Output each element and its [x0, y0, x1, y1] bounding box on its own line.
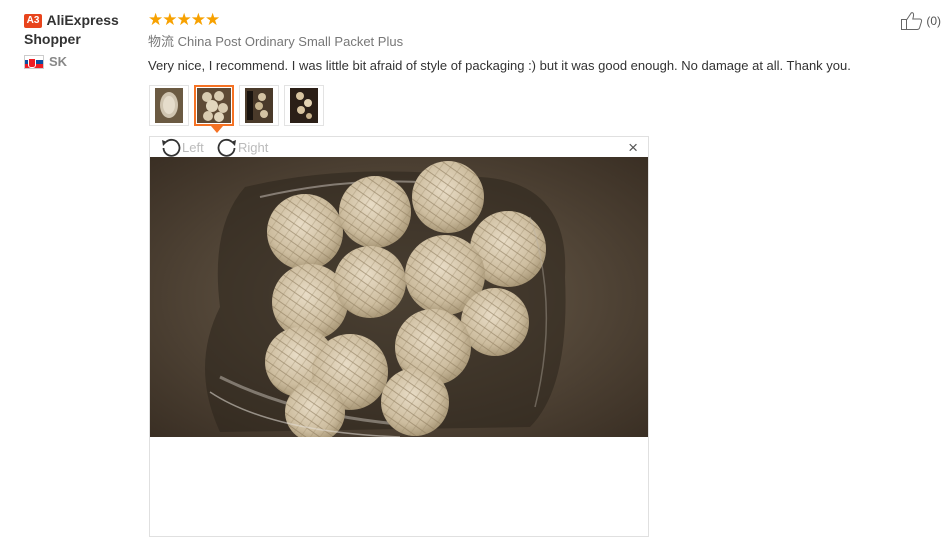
star-rating: ★★★★★ — [148, 10, 220, 29]
review-text: Very nice, I recommend. I was little bit… — [148, 58, 851, 73]
photo-thumbnail-image — [290, 88, 318, 123]
close-viewer-button[interactable]: × — [628, 138, 638, 158]
rotate-left-button[interactable]: Left — [160, 137, 204, 157]
viewer-toolbar: Left Right × — [150, 137, 648, 157]
thumbnail-photo-3[interactable] — [239, 85, 279, 126]
logistics-info: 物流 China Post Ordinary Small Packet Plus — [148, 33, 888, 50]
rotate-left-label: Left — [182, 139, 204, 155]
thumbnail-photo-2[interactable] — [194, 85, 234, 133]
logistics-label: 物流 — [148, 34, 175, 49]
rotate-right-button[interactable]: Right — [216, 137, 268, 157]
rotate-right-label: Right — [238, 139, 269, 155]
reviewer-name-line: A3 AliExpress Shopper — [24, 11, 134, 49]
photo-thumbnail-image — [155, 88, 183, 123]
photo-thumbnail-image — [197, 88, 231, 123]
country-code: SK — [49, 54, 68, 69]
thumbnail-photo-1[interactable] — [149, 85, 189, 126]
helpful-button[interactable]: (0) — [900, 11, 941, 31]
logistics-value: China Post Ordinary Small Packet Plus — [177, 34, 404, 49]
thumbnail-photo-4[interactable] — [284, 85, 324, 126]
helpful-count: (0) — [926, 14, 941, 28]
reviewer-country: SK — [24, 54, 134, 69]
rotate-right-icon — [217, 138, 236, 157]
rotate-left-icon — [162, 138, 181, 157]
review-photo-thumbnails — [149, 85, 324, 133]
buyer-level-badge: A3 — [24, 14, 42, 28]
photo-thumbnail-image — [245, 88, 273, 123]
reviewer-info: A3 AliExpress Shopper SK — [24, 11, 134, 69]
thumbs-up-icon — [901, 12, 923, 30]
review-body: ★★★★★ 物流 China Post Ordinary Small Packe… — [148, 11, 888, 74]
photo-viewer: Left Right × — [149, 136, 649, 537]
review-photo-large — [150, 157, 648, 437]
slovakia-flag-icon — [24, 54, 44, 69]
